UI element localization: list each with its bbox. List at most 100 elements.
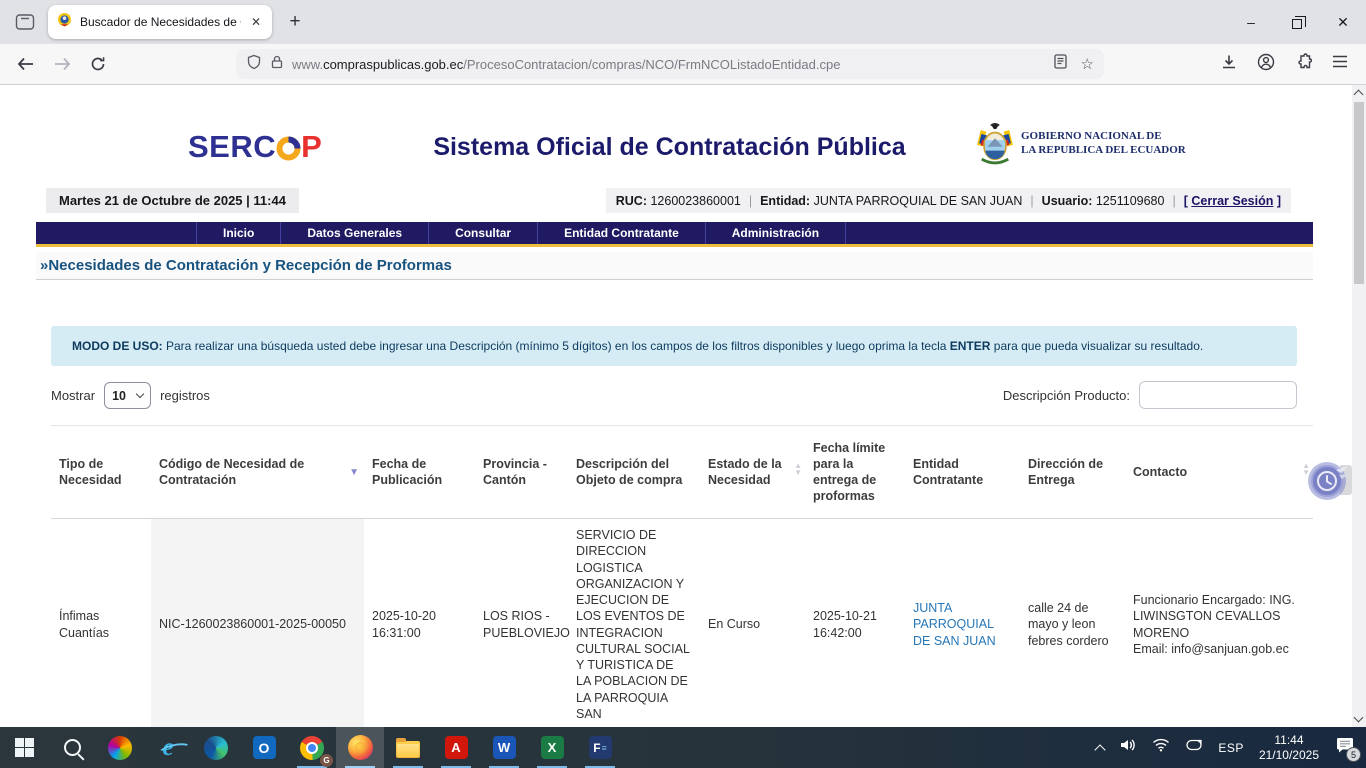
close-button[interactable]: ✕	[1320, 0, 1366, 44]
restore-icon	[1292, 15, 1306, 29]
logout-link[interactable]: [ Cerrar Sesión ]	[1184, 194, 1281, 208]
cell-tipo: Ínfimas Cuantías	[51, 518, 151, 727]
col-codigo[interactable]: Código de Necesidad de Contratación ▼	[151, 425, 364, 519]
taskbar-fapp-button[interactable]: F ≡	[576, 727, 624, 768]
date-time-banner: Martes 21 de Octubre de 2025 | 11:44	[46, 188, 299, 213]
col-direccion[interactable]: Dirección de Entrega	[1020, 425, 1125, 519]
taskbar-explorer-button[interactable]	[384, 727, 432, 768]
action-center-button[interactable]: 5	[1336, 737, 1361, 762]
records-label: registros	[160, 388, 210, 403]
acrobat-icon: A	[444, 736, 468, 759]
restore-button[interactable]	[1274, 0, 1320, 44]
entity-value: JUNTA PARROQUIAL DE SAN JUAN	[813, 193, 1023, 208]
shield-icon[interactable]	[246, 54, 262, 75]
sort-both-icon[interactable]: ▲ ▼	[794, 462, 802, 477]
notification-badge: 5	[1346, 747, 1361, 762]
bookmark-star-icon[interactable]: ☆	[1081, 55, 1094, 73]
cell-estado: En Curso	[700, 518, 805, 727]
col-entidad[interactable]: Entidad Contratante	[905, 425, 1020, 519]
col-provincia[interactable]: Provincia - Cantón	[475, 425, 568, 519]
government-logo: GOBIERNO NACIONAL DE LA REPUBLICA DEL EC…	[976, 121, 1186, 165]
forward-icon[interactable]	[46, 49, 78, 79]
filter-label: Descripción Producto:	[1002, 387, 1130, 403]
minimize-button[interactable]: –	[1228, 0, 1274, 44]
col-descripcion[interactable]: Descripción del Objeto de compra	[568, 425, 700, 519]
word-icon: W	[492, 736, 516, 759]
account-icon[interactable]	[1257, 53, 1275, 76]
new-tab-button[interactable]: +	[280, 7, 310, 37]
tray-expand-icon[interactable]	[1094, 743, 1107, 756]
browser-navbar: www.compraspublicas.gob.ec/ProcesoContra…	[0, 44, 1366, 85]
session-info-bar: RUC: 1260023860001 | Entidad: JUNTA PARR…	[605, 188, 1291, 213]
winged-clock-icon	[1308, 462, 1349, 500]
cell-fecha-publicacion: 2025-10-20 16:31:00	[364, 518, 475, 727]
cell-direccion: calle 24 de mayo y leon febres cordero	[1020, 518, 1125, 727]
url-bar[interactable]: www.compraspublicas.gob.ec/ProcesoContra…	[236, 49, 1104, 79]
show-label: Mostrar	[51, 388, 96, 403]
col-estado[interactable]: Estado de la Necesidad ▲ ▼	[700, 425, 805, 519]
taskbar-excel-button[interactable]: X	[528, 727, 576, 768]
product-filter: Descripción Producto:	[1003, 381, 1297, 409]
extensions-puzzle-icon[interactable]	[1295, 53, 1313, 75]
taskbar-outlook-button[interactable]: O	[240, 727, 288, 768]
file-explorer-icon	[396, 737, 420, 758]
web-page: SERC P Sistema Oficial de Contratación P…	[0, 85, 1352, 727]
taskbar-copilot-button[interactable]	[96, 727, 144, 768]
downloads-icon[interactable]	[1221, 54, 1237, 75]
browser-tab[interactable]: Buscador de Necesidades de Co ✕	[48, 5, 272, 39]
edge-icon	[204, 735, 228, 760]
taskbar-clock[interactable]: 11:44 21/10/2025	[1259, 733, 1319, 763]
menu-item-consultar[interactable]: Consultar	[428, 222, 537, 244]
reload-icon[interactable]	[82, 49, 114, 79]
table-row: Ínfimas Cuantías NIC-1260023860001-2025-…	[51, 518, 1313, 727]
taskbar-edge-button[interactable]	[192, 727, 240, 768]
menu-item-datos-generales[interactable]: Datos Generales	[280, 222, 428, 244]
taskbar-acrobat-button[interactable]: A	[432, 727, 480, 768]
reader-mode-icon[interactable]	[1053, 54, 1067, 74]
windows-taskbar: e O G A W X F ≡ ESP 11:44 21/10/2025 5	[0, 727, 1366, 768]
taskbar-search-button[interactable]	[48, 727, 96, 768]
tab-close-icon[interactable]: ✕	[249, 15, 263, 29]
window-controls: – ✕	[1228, 0, 1366, 44]
lock-icon[interactable]	[271, 55, 283, 74]
internet-explorer-icon: e	[162, 734, 174, 761]
excel-icon: X	[540, 736, 564, 759]
col-tipo-necesidad[interactable]: Tipo de Necesidad	[51, 425, 151, 519]
language-indicator[interactable]: ESP	[1218, 741, 1244, 755]
col-contacto[interactable]: Contacto ▲ ▼	[1125, 425, 1313, 519]
menu-item-entidad-contratante[interactable]: Entidad Contratante	[537, 222, 705, 244]
browser-toolbar-right	[1221, 53, 1356, 76]
product-filter-input[interactable]	[1139, 381, 1297, 409]
firefox-view-icon[interactable]	[8, 7, 42, 37]
government-text: GOBIERNO NACIONAL DE LA REPUBLICA DEL EC…	[1021, 129, 1186, 156]
ecuador-coat-of-arms-icon	[977, 123, 1013, 165]
page-scrollbar[interactable]	[1352, 85, 1366, 727]
outlook-icon: O	[252, 736, 276, 759]
scroll-up-icon[interactable]	[1353, 89, 1364, 100]
menu-item-inicio[interactable]: Inicio	[196, 222, 280, 244]
start-button[interactable]	[0, 727, 48, 768]
taskbar-word-button[interactable]: W	[480, 727, 528, 768]
windows-logo-icon	[14, 738, 34, 757]
sort-desc-icon[interactable]: ▼	[349, 466, 359, 479]
taskbar-ie-button[interactable]: e	[144, 727, 192, 768]
back-icon[interactable]	[10, 49, 42, 79]
cell-codigo: NIC-1260023860001-2025-00050	[151, 518, 364, 727]
wifi-icon[interactable]	[1152, 738, 1170, 757]
volume-icon[interactable]	[1119, 737, 1137, 758]
taskbar-chrome-button[interactable]: G	[288, 727, 336, 768]
scroll-down-icon[interactable]	[1353, 712, 1364, 723]
page-size-select[interactable]: 10	[104, 382, 152, 409]
display-connect-icon[interactable]	[1185, 738, 1203, 757]
entity-link[interactable]: JUNTA PARROQUIAL DE SAN JUAN	[913, 601, 996, 648]
page-title: »Necesidades de Contratación y Recepción…	[36, 252, 1313, 280]
menu-gold-underline	[36, 244, 1313, 247]
url-text: www.compraspublicas.gob.ec/ProcesoContra…	[292, 56, 841, 72]
scrollbar-thumb[interactable]	[1354, 102, 1364, 284]
time-tracker-widget[interactable]	[1306, 458, 1352, 503]
col-fecha-limite[interactable]: Fecha límite para la entrega de proforma…	[805, 425, 905, 519]
col-fecha-publicacion[interactable]: Fecha de Publicación	[364, 425, 475, 519]
menu-hamburger-icon[interactable]	[1332, 55, 1348, 73]
taskbar-firefox-button[interactable]	[336, 727, 384, 768]
menu-item-administracion[interactable]: Administración	[704, 222, 847, 244]
